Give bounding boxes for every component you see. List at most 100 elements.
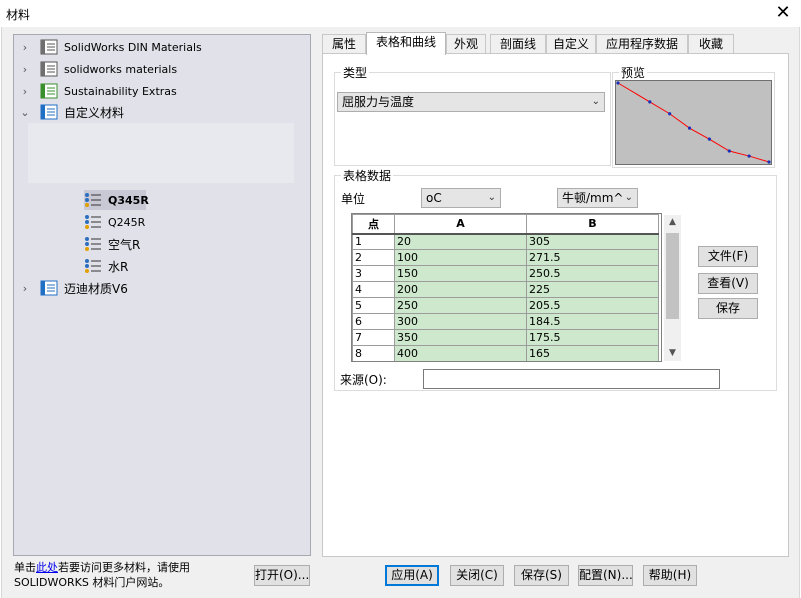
table-cell[interactable]: 300 <box>394 313 527 330</box>
material-icon <box>84 258 102 274</box>
close-button[interactable]: 关闭(C) <box>450 565 504 586</box>
portal-hint: 单击此处若要访问更多材料，请使用 SOLIDWORKS 材料门户网站。 <box>14 560 190 590</box>
table-cell[interactable]: 400 <box>394 345 527 361</box>
tab-application-data[interactable]: 应用程序数据 <box>596 34 688 54</box>
table-row[interactable]: 4 200 225 <box>352 281 659 298</box>
table-scrollbar[interactable]: ▲ ▼ <box>664 215 681 361</box>
column-header-b[interactable]: B <box>526 214 659 235</box>
help-button[interactable]: 帮助(H) <box>643 565 697 586</box>
preview-plot <box>615 80 772 165</box>
column-header-point[interactable]: 点 <box>352 214 395 235</box>
table-cell[interactable]: 184.5 <box>526 313 659 330</box>
tree-item-maidi-v6[interactable]: › 迈迪材质V6 <box>18 278 128 298</box>
config-button[interactable]: 配置(N)... <box>578 565 633 586</box>
hint-line2: SOLIDWORKS 材料门户网站。 <box>14 576 170 589</box>
table-cell[interactable]: 5 <box>352 297 395 314</box>
table-row[interactable]: 6 300 184.5 <box>352 313 659 330</box>
table-cell[interactable]: 8 <box>352 345 395 361</box>
table-cell[interactable]: 175.5 <box>526 329 659 346</box>
table-cell[interactable]: 6 <box>352 313 395 330</box>
save-button[interactable]: 保存(S) <box>514 565 569 586</box>
table-row[interactable]: 1 20 305 <box>352 233 659 250</box>
preview-group-title: 预览 <box>619 64 648 81</box>
tree-item-solidworks-materials[interactable]: › solidworks materials <box>18 59 177 79</box>
open-button[interactable]: 打开(O)... <box>254 565 310 586</box>
tree-material-water[interactable]: 水R <box>84 256 128 276</box>
material-icon <box>84 214 102 230</box>
unit-x-select[interactable]: oC ⌄ <box>421 188 501 208</box>
table-save-button[interactable]: 保存 <box>698 298 758 319</box>
type-select[interactable]: 屈服力与温度 ⌄ <box>337 92 605 112</box>
table-cell[interactable]: 4 <box>352 281 395 298</box>
chevron-up-icon[interactable]: ▲ <box>664 215 681 230</box>
table-row[interactable]: 3 150 250.5 <box>352 265 659 282</box>
preview-curve-line <box>617 82 770 163</box>
material-tree[interactable]: › SolidWorks DIN Materials › solidworks … <box>13 34 311 556</box>
tree-item-solidworks-din[interactable]: › SolidWorks DIN Materials <box>18 37 202 57</box>
chevron-right-icon[interactable]: › <box>18 282 32 295</box>
table-cell[interactable]: 225 <box>526 281 659 298</box>
tab-crosshatch[interactable]: 剖面线 <box>490 34 546 54</box>
scroll-thumb[interactable] <box>666 233 679 319</box>
table-cell[interactable]: 200 <box>394 281 527 298</box>
table-cell[interactable]: 205.5 <box>526 297 659 314</box>
tab-custom[interactable]: 自定义 <box>546 34 596 54</box>
column-header-a[interactable]: A <box>394 214 527 235</box>
type-selected-value: 屈服力与温度 <box>342 95 415 109</box>
source-field[interactable] <box>423 369 720 389</box>
tab-tables-curves[interactable]: 表格和曲线 <box>366 32 446 55</box>
preview-curve-point <box>767 160 771 164</box>
table-cell[interactable]: 3 <box>352 265 395 282</box>
table-cell[interactable]: 1 <box>352 233 395 250</box>
table-row[interactable]: 8 400 165 <box>352 345 659 361</box>
title-bar: 材料 ✕ <box>0 0 801 28</box>
tree-item-label: solidworks materials <box>64 62 178 76</box>
tree-material-air[interactable]: 空气R <box>84 234 140 254</box>
tree-item-sustainability-extras[interactable]: › Sustainability Extras <box>18 81 177 101</box>
hint-prefix: 单击 <box>14 561 36 574</box>
preview-curve-point <box>616 81 620 85</box>
material-icon <box>84 192 102 208</box>
table-cell[interactable]: 165 <box>526 345 659 361</box>
data-table[interactable]: 点 A B 1 20 305 2 100 271.5 3 150 250.5 4 200 225… <box>351 213 662 362</box>
tree-item-custom-materials[interactable]: ⌄ 自定义材料 <box>18 102 124 122</box>
tab-appearance[interactable]: 外观 <box>446 34 486 54</box>
portal-link[interactable]: 此处 <box>36 561 58 574</box>
chevron-right-icon[interactable]: › <box>18 85 32 98</box>
tab-properties[interactable]: 属性 <box>322 34 366 54</box>
table-cell[interactable]: 271.5 <box>526 249 659 266</box>
library-icon <box>40 104 58 120</box>
type-group-title: 类型 <box>341 64 370 81</box>
tree-material-q345r[interactable]: Q345R <box>84 190 149 210</box>
tree-item-label: 水R <box>108 259 129 274</box>
file-button[interactable]: 文件(F) <box>698 246 758 267</box>
table-cell[interactable]: 20 <box>394 233 527 250</box>
source-label: 来源(O): <box>340 373 387 387</box>
tree-item-label: SolidWorks DIN Materials <box>64 40 202 54</box>
table-cell[interactable]: 250 <box>394 297 527 314</box>
table-cell[interactable]: 150 <box>394 265 527 282</box>
table-row[interactable]: 7 350 175.5 <box>352 329 659 346</box>
table-cell[interactable]: 100 <box>394 249 527 266</box>
table-row[interactable]: 5 250 205.5 <box>352 297 659 314</box>
unit-y-select[interactable]: 牛顿/mm^ ⌄ <box>557 188 638 208</box>
table-cell[interactable]: 7 <box>352 329 395 346</box>
tree-material-q245r[interactable]: Q245R <box>84 212 145 232</box>
tab-favorites[interactable]: 收藏 <box>688 34 734 54</box>
view-button[interactable]: 查看(V) <box>698 273 758 294</box>
tree-item-label: Q345R <box>108 193 149 207</box>
chevron-down-icon[interactable]: ▼ <box>664 346 681 361</box>
close-icon[interactable]: ✕ <box>771 2 795 24</box>
table-row[interactable]: 2 100 271.5 <box>352 249 659 266</box>
tree-item-label: 自定义材料 <box>64 105 125 120</box>
table-cell[interactable]: 350 <box>394 329 527 346</box>
preview-curve-point <box>747 154 751 158</box>
table-cell[interactable]: 305 <box>526 233 659 250</box>
library-icon <box>40 39 58 55</box>
table-cell[interactable]: 250.5 <box>526 265 659 282</box>
chevron-right-icon[interactable]: › <box>18 41 32 54</box>
apply-button[interactable]: 应用(A) <box>385 565 439 586</box>
chevron-down-icon[interactable]: ⌄ <box>18 106 32 119</box>
chevron-right-icon[interactable]: › <box>18 63 32 76</box>
table-cell[interactable]: 2 <box>352 249 395 266</box>
